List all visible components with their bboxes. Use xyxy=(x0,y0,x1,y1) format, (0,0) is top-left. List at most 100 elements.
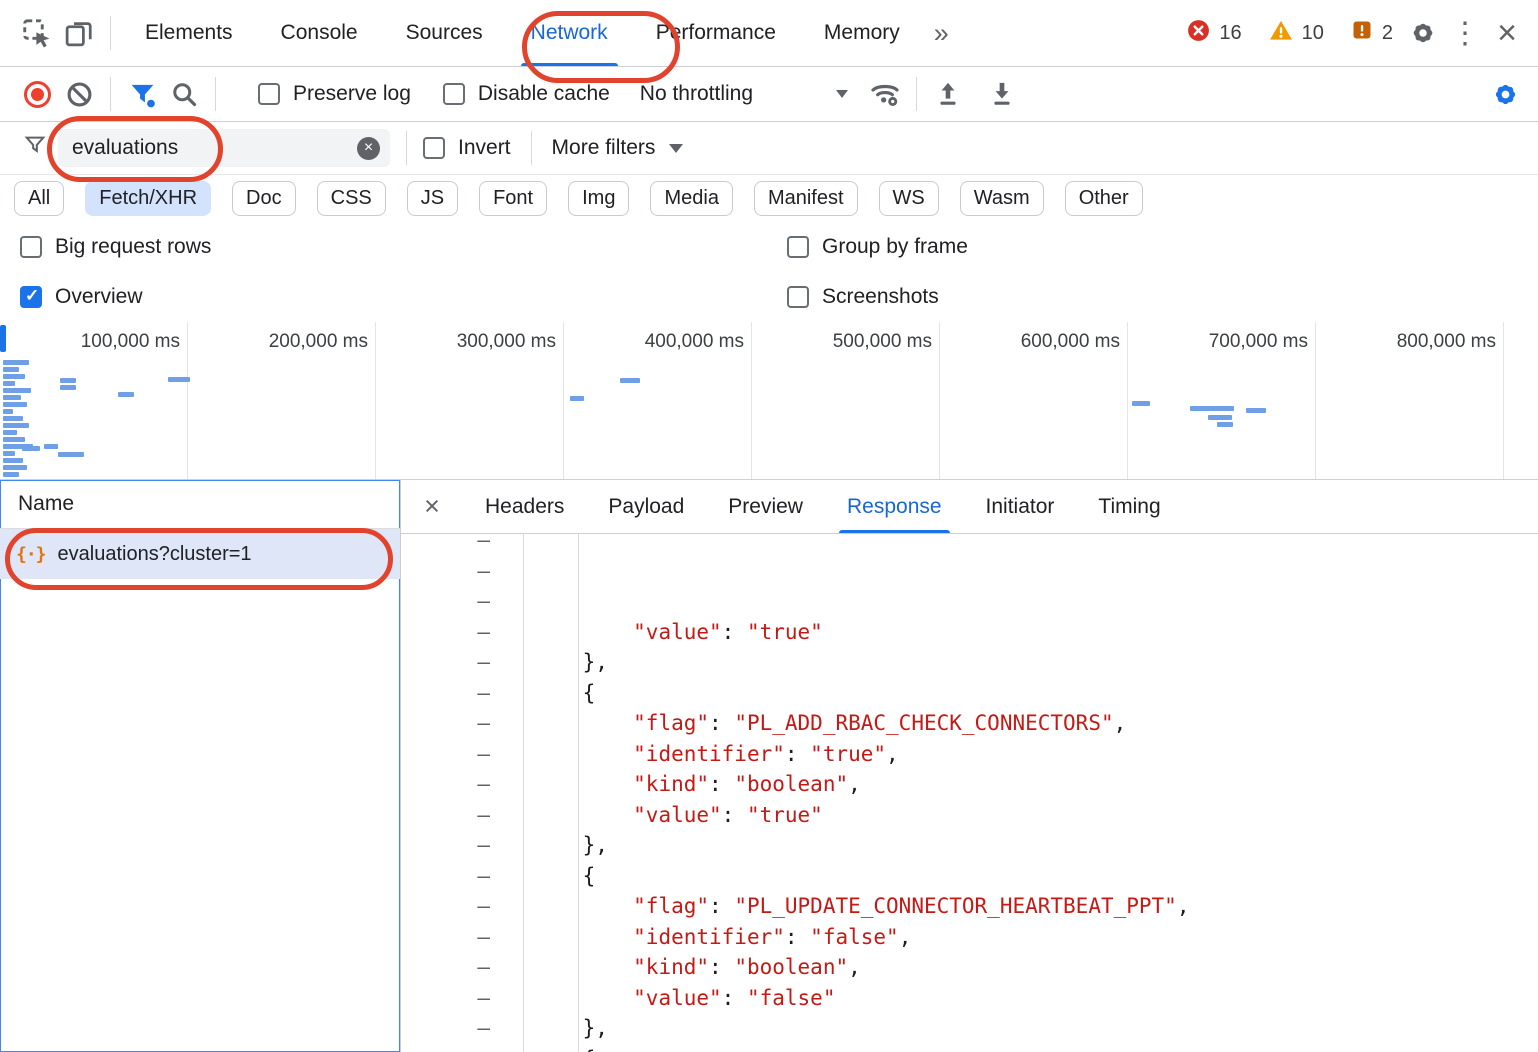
device-toolbar-icon[interactable] xyxy=(58,12,100,54)
screenshots-checkbox[interactable]: Screenshots xyxy=(787,285,1538,309)
type-filter-ws[interactable]: WS xyxy=(879,181,939,216)
overview-waterfall-bar xyxy=(3,451,15,456)
code-line: { xyxy=(532,678,1538,709)
big-request-rows-checkbox[interactable]: Big request rows xyxy=(20,235,767,259)
overview-waterfall-bar xyxy=(118,392,134,397)
tab-console[interactable]: Console xyxy=(257,0,382,66)
search-button[interactable] xyxy=(163,73,205,115)
overview-selection-handle[interactable] xyxy=(0,325,6,352)
type-filter-doc[interactable]: Doc xyxy=(232,181,296,216)
gutter-line-marker: – xyxy=(401,556,490,587)
detail-tab-response[interactable]: Response xyxy=(825,480,964,533)
close-devtools-icon[interactable]: × xyxy=(1486,12,1528,54)
detail-tab-headers[interactable]: Headers xyxy=(463,480,586,533)
overview-checkbox[interactable]: Overview xyxy=(20,285,767,309)
network-filter-input[interactable]: evaluations × xyxy=(58,129,390,167)
gutter-line-marker: – xyxy=(401,800,490,831)
error-icon xyxy=(1186,18,1211,49)
more-panels-icon[interactable]: » xyxy=(924,18,959,49)
overview-waterfall-bar xyxy=(3,416,23,421)
overview-waterfall-bar xyxy=(3,423,29,428)
gutter-line-marker: – xyxy=(401,586,490,617)
disable-cache-checkbox[interactable]: Disable cache xyxy=(443,82,610,106)
status-badges: 16 10 xyxy=(1177,18,1402,49)
close-details-icon[interactable]: × xyxy=(401,491,463,522)
overview-waterfall-bar xyxy=(3,381,15,386)
overview-waterfall-bar xyxy=(3,367,19,372)
warning-badge[interactable]: 10 xyxy=(1259,18,1333,49)
response-gutter: ––––––––––––––––– xyxy=(401,534,524,1052)
har-import-icon[interactable] xyxy=(927,73,969,115)
type-filter-font[interactable]: Font xyxy=(479,181,547,216)
code-line: }, xyxy=(532,1013,1538,1044)
overflow-menu-icon[interactable]: ⋮ xyxy=(1444,12,1486,54)
detail-tab-initiator[interactable]: Initiator xyxy=(964,480,1077,533)
request-row[interactable]: {·}evaluations?cluster=1 xyxy=(0,529,400,579)
type-filter-img[interactable]: Img xyxy=(568,181,629,216)
big-request-rows-checkbox-box[interactable] xyxy=(20,236,42,258)
gutter-line-marker: – xyxy=(401,830,490,861)
code-line: { xyxy=(532,861,1538,892)
overview-waterfall-bar xyxy=(3,388,31,393)
gutter-line-marker: – xyxy=(401,861,490,892)
preserve-log-checkbox[interactable]: Preserve log xyxy=(258,82,411,106)
tab-performance[interactable]: Performance xyxy=(632,0,800,66)
panel-tabs: ElementsConsoleSourcesNetworkPerformance… xyxy=(121,0,924,66)
detail-tab-payload[interactable]: Payload xyxy=(586,480,706,533)
type-filter-css[interactable]: CSS xyxy=(317,181,386,216)
overview-waterfall-bar xyxy=(3,430,17,435)
gutter-line-marker: – xyxy=(401,983,490,1014)
more-filters-button[interactable]: More filters xyxy=(552,136,684,160)
record-icon xyxy=(24,81,51,108)
disable-cache-label: Disable cache xyxy=(478,82,610,106)
network-conditions-icon[interactable] xyxy=(864,73,906,115)
type-filter-wasm[interactable]: Wasm xyxy=(960,181,1044,216)
invert-filter-checkbox[interactable]: Invert xyxy=(423,136,511,160)
type-filter-js[interactable]: JS xyxy=(407,181,458,216)
throttling-select[interactable]: No throttling xyxy=(640,82,848,106)
code-line: }, xyxy=(532,647,1538,678)
detail-tab-preview[interactable]: Preview xyxy=(706,480,825,533)
clear-network-log-button[interactable] xyxy=(58,73,100,115)
separator xyxy=(916,77,917,111)
gutter-line-marker: – xyxy=(401,617,490,648)
type-filter-media[interactable]: Media xyxy=(650,181,732,216)
har-export-icon[interactable] xyxy=(981,73,1023,115)
overview-checkbox-box[interactable] xyxy=(20,286,42,308)
screenshots-checkbox-box[interactable] xyxy=(787,286,809,308)
gutter-line-marker: – xyxy=(401,678,490,709)
type-filter-fetch-xhr[interactable]: Fetch/XHR xyxy=(85,181,211,216)
group-by-frame-checkbox[interactable]: Group by frame xyxy=(787,235,1538,259)
tab-network[interactable]: Network xyxy=(507,0,632,66)
preserve-log-checkbox-box[interactable] xyxy=(258,83,280,105)
tab-memory[interactable]: Memory xyxy=(800,0,924,66)
network-view-options: Big request rows Group by frame Overview… xyxy=(0,222,1538,322)
overview-waterfall-bar xyxy=(1246,408,1266,413)
devtools-main-toolbar: ElementsConsoleSourcesNetworkPerformance… xyxy=(0,0,1538,67)
issues-badge[interactable]: 2 xyxy=(1341,18,1402,48)
tab-sources[interactable]: Sources xyxy=(382,0,507,66)
overview-waterfall-bar xyxy=(60,378,76,383)
clear-filter-icon[interactable]: × xyxy=(357,137,380,160)
type-filter-all[interactable]: All xyxy=(14,181,64,216)
separator xyxy=(531,131,532,165)
type-filter-manifest[interactable]: Manifest xyxy=(754,181,858,216)
disable-cache-checkbox-box[interactable] xyxy=(443,83,465,105)
overview-waterfall-bar xyxy=(3,374,25,379)
name-column-header[interactable]: Name xyxy=(0,480,400,529)
network-overview-strip[interactable]: 100,000 ms200,000 ms300,000 ms400,000 ms… xyxy=(0,322,1538,480)
network-settings-gear-icon[interactable] xyxy=(1484,73,1526,115)
inspect-element-icon[interactable] xyxy=(16,12,58,54)
error-badge[interactable]: 16 xyxy=(1177,18,1250,49)
invert-checkbox-box[interactable] xyxy=(423,137,445,159)
overview-waterfall-bar xyxy=(168,377,190,382)
tab-elements[interactable]: Elements xyxy=(121,0,257,66)
type-filter-other[interactable]: Other xyxy=(1065,181,1143,216)
record-network-log-button[interactable] xyxy=(16,73,58,115)
group-by-frame-checkbox-box[interactable] xyxy=(787,236,809,258)
response-viewer[interactable]: ––––––––––––––––– "value": "true" }, { "… xyxy=(401,534,1538,1052)
filter-toggle-button[interactable] xyxy=(121,73,163,115)
overview-waterfall-bar xyxy=(60,385,76,390)
detail-tab-timing[interactable]: Timing xyxy=(1076,480,1182,533)
settings-gear-icon[interactable] xyxy=(1402,12,1444,54)
